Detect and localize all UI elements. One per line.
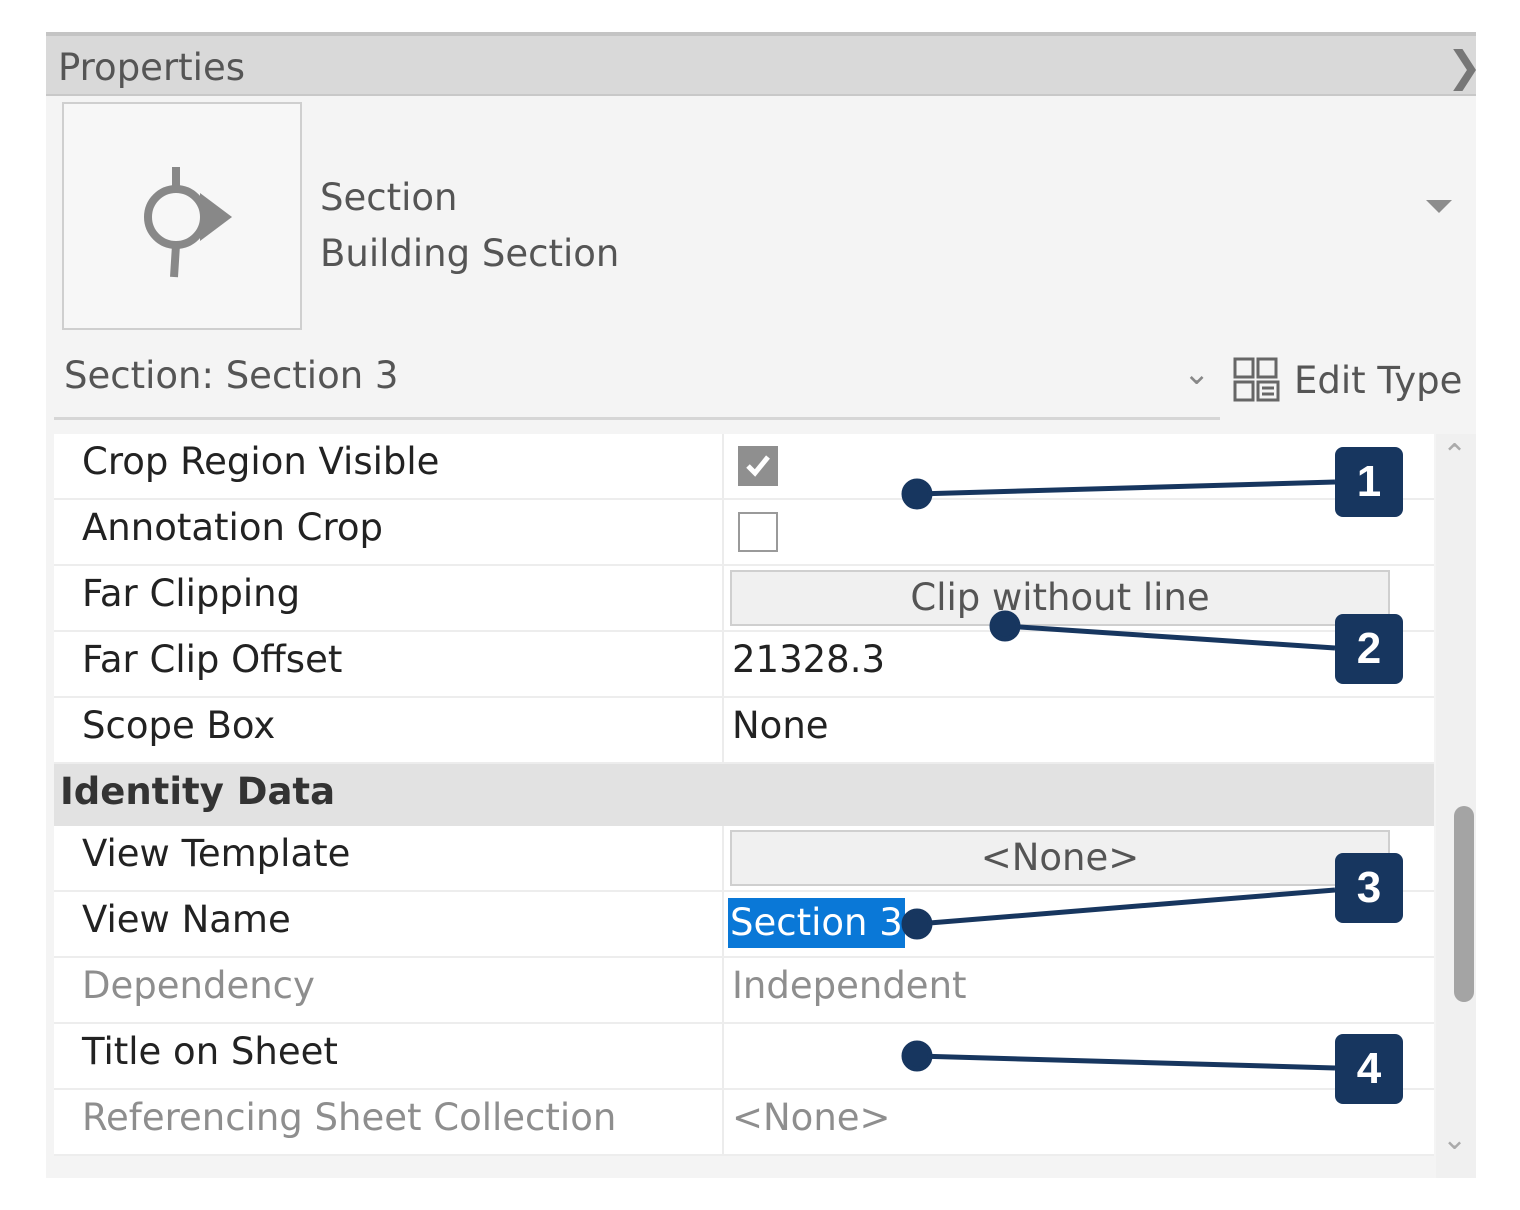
callout-badge-1: 1 [1335,447,1403,517]
callout-leaders [901,478,1336,1072]
callout-badge-4: 4 [1335,1034,1403,1104]
callout-badge-2: 2 [1335,614,1403,684]
callout-badge-3: 3 [1335,853,1403,923]
